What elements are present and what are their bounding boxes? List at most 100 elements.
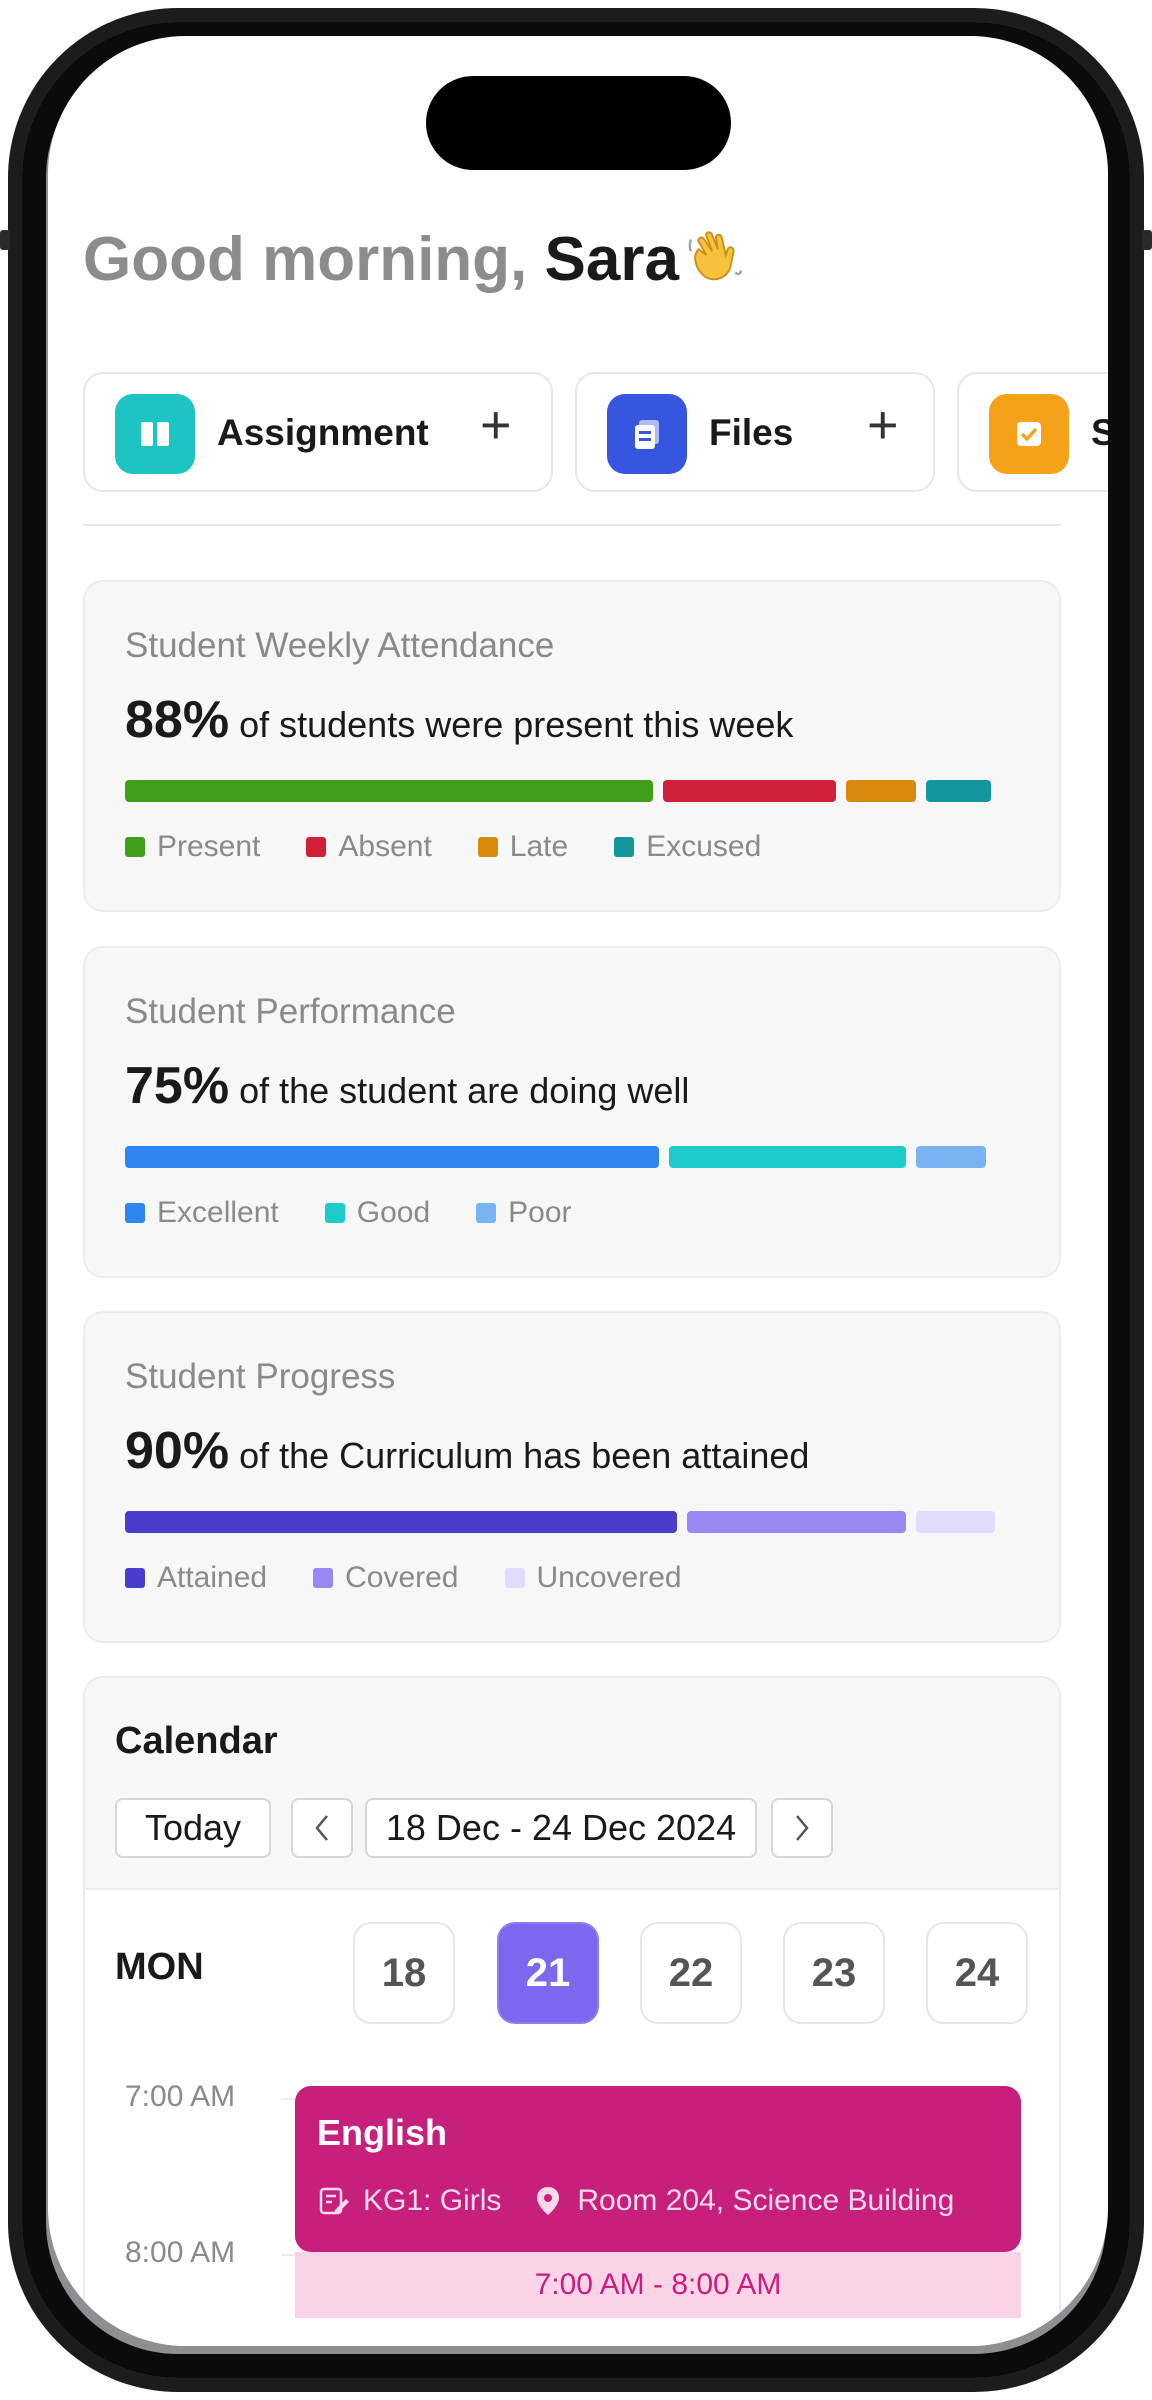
files-icon — [607, 394, 687, 474]
book-open-icon — [115, 394, 195, 474]
date-chip[interactable]: 22 — [640, 1922, 742, 2024]
date-range-display[interactable]: 18 Dec - 24 Dec 2024 — [365, 1798, 757, 1858]
legend-swatch — [313, 1568, 334, 1588]
legend-swatch — [125, 1568, 145, 1588]
calendar-title: Calendar — [115, 1720, 278, 1762]
event-meta: KG1: Girls Room 204, Science Building — [317, 2184, 954, 2218]
attendance-card[interactable]: Student Weekly Attendance 88% of student… — [83, 580, 1061, 912]
progress-bar — [125, 1511, 1021, 1533]
time-label: 7:00 AM — [125, 2080, 236, 2113]
date-chip-selected[interactable]: 21 — [497, 1922, 599, 2024]
chevron-right-icon — [796, 1815, 809, 1841]
legend-item: Good — [324, 1196, 431, 1230]
calendar-card: Calendar Today 18 Dec - 24 Dec 2024 MON … — [83, 1676, 1061, 2346]
event-class: KG1: Girls — [363, 2184, 502, 2217]
legend-swatch — [477, 837, 498, 857]
performance-segment-good — [669, 1146, 906, 1168]
legend-swatch — [614, 837, 635, 857]
performance-segment-poor — [915, 1146, 986, 1168]
attendance-segment-present — [125, 780, 654, 802]
legend-item: Poor — [476, 1196, 572, 1230]
headline-text: of the Curriculum has been attained — [229, 1435, 810, 1476]
legend-label: Present — [157, 830, 261, 863]
attendance-bar — [125, 780, 1021, 802]
greeting-prefix: Good morning, — [83, 225, 545, 294]
legend-item: Absent — [306, 830, 432, 864]
add-assignment-icon[interactable]: + — [480, 398, 512, 452]
performance-legend: Excellent Good Poor — [125, 1196, 572, 1230]
quick-action-label: Files — [709, 412, 794, 453]
event-time: 7:00 AM - 8:00 AM — [295, 2252, 1021, 2318]
waving-hand-icon — [688, 231, 743, 281]
checkbox-icon — [989, 394, 1069, 474]
quick-action-label: Assignment — [217, 412, 429, 453]
legend-label: Poor — [508, 1196, 572, 1229]
legend-label: Late — [509, 830, 569, 863]
legend-item: Attained — [125, 1561, 267, 1595]
quick-action-partial[interactable]: S — [957, 372, 1108, 492]
quick-action-files[interactable]: Files + — [575, 372, 935, 492]
progress-segment-attained — [125, 1511, 677, 1533]
calendar-header: Calendar Today 18 Dec - 24 Dec 2024 — [85, 1678, 1059, 1890]
weekday-label: MON — [115, 1946, 204, 1988]
card-title: Student Progress — [125, 1357, 396, 1396]
performance-card[interactable]: Student Performance 75% of the student a… — [83, 946, 1061, 1278]
legend-item: Covered — [313, 1561, 459, 1595]
section-divider — [83, 524, 1061, 526]
progress-segment-covered — [686, 1511, 906, 1533]
headline-text: of students were present this week — [229, 704, 794, 745]
dynamic-island — [426, 76, 731, 170]
event-name: English — [317, 2112, 448, 2153]
progress-segment-uncovered — [915, 1511, 995, 1533]
today-button[interactable]: Today — [115, 1798, 271, 1858]
legend-label: Excellent — [157, 1196, 279, 1229]
event-location: Room 204, Science Building — [577, 2184, 955, 2217]
edit-note-icon — [319, 2187, 349, 2215]
legend-label: Excused — [646, 830, 762, 863]
date-chip[interactable]: 23 — [783, 1922, 885, 2024]
legend-label: Absent — [338, 830, 432, 863]
date-chip[interactable]: 18 — [353, 1922, 455, 2024]
date-chip[interactable]: 24 — [926, 1922, 1028, 2024]
next-week-button[interactable] — [771, 1798, 833, 1858]
app-screen: Good morning, Sara Assignment + Files + … — [48, 36, 1108, 2346]
performance-percent: 75% — [125, 1057, 230, 1115]
card-headline: 88% of students were present this week — [125, 690, 793, 750]
attendance-legend: Present Absent Late Excused — [125, 830, 761, 864]
prev-week-button[interactable] — [291, 1798, 353, 1858]
legend-label: Attained — [157, 1561, 268, 1594]
user-name: Sara — [544, 225, 679, 294]
time-label: 8:00 AM — [125, 2236, 236, 2269]
legend-swatch — [324, 1203, 345, 1223]
performance-bar — [125, 1146, 1021, 1168]
progress-percent: 90% — [125, 1422, 230, 1480]
legend-label: Good — [356, 1196, 431, 1229]
legend-item: Uncovered — [504, 1561, 682, 1595]
greeting-heading: Good morning, Sara — [83, 224, 747, 295]
add-file-icon[interactable]: + — [867, 398, 899, 452]
performance-segment-excellent — [125, 1146, 660, 1168]
phone-side-button — [1142, 230, 1152, 250]
legend-item: Excused — [614, 830, 761, 864]
attendance-segment-absent — [663, 780, 837, 802]
progress-card[interactable]: Student Progress 90% of the Curriculum h… — [83, 1311, 1061, 1643]
headline-text: of the student are doing well — [229, 1070, 690, 1111]
quick-actions-row: Assignment + Files + S — [83, 372, 1108, 494]
card-title: Student Weekly Attendance — [125, 626, 555, 665]
card-title: Student Performance — [125, 992, 456, 1031]
progress-legend: Attained Covered Uncovered — [125, 1561, 682, 1595]
chevron-left-icon — [315, 1815, 328, 1841]
legend-item: Excellent — [125, 1196, 279, 1230]
event-card[interactable]: English KG1: Girls Room 204, Science Bui… — [295, 2086, 1021, 2252]
legend-swatch — [125, 837, 145, 857]
attendance-segment-late — [846, 780, 916, 802]
legend-item: Present — [125, 830, 260, 864]
legend-item: Late — [477, 830, 569, 864]
legend-swatch — [306, 837, 327, 857]
quick-action-assignment[interactable]: Assignment + — [83, 372, 553, 492]
card-headline: 90% of the Curriculum has been attained — [125, 1421, 809, 1481]
legend-swatch — [504, 1568, 525, 1588]
attendance-percent: 88% — [125, 691, 230, 749]
legend-label: Covered — [345, 1561, 459, 1594]
phone-side-button — [0, 230, 10, 250]
